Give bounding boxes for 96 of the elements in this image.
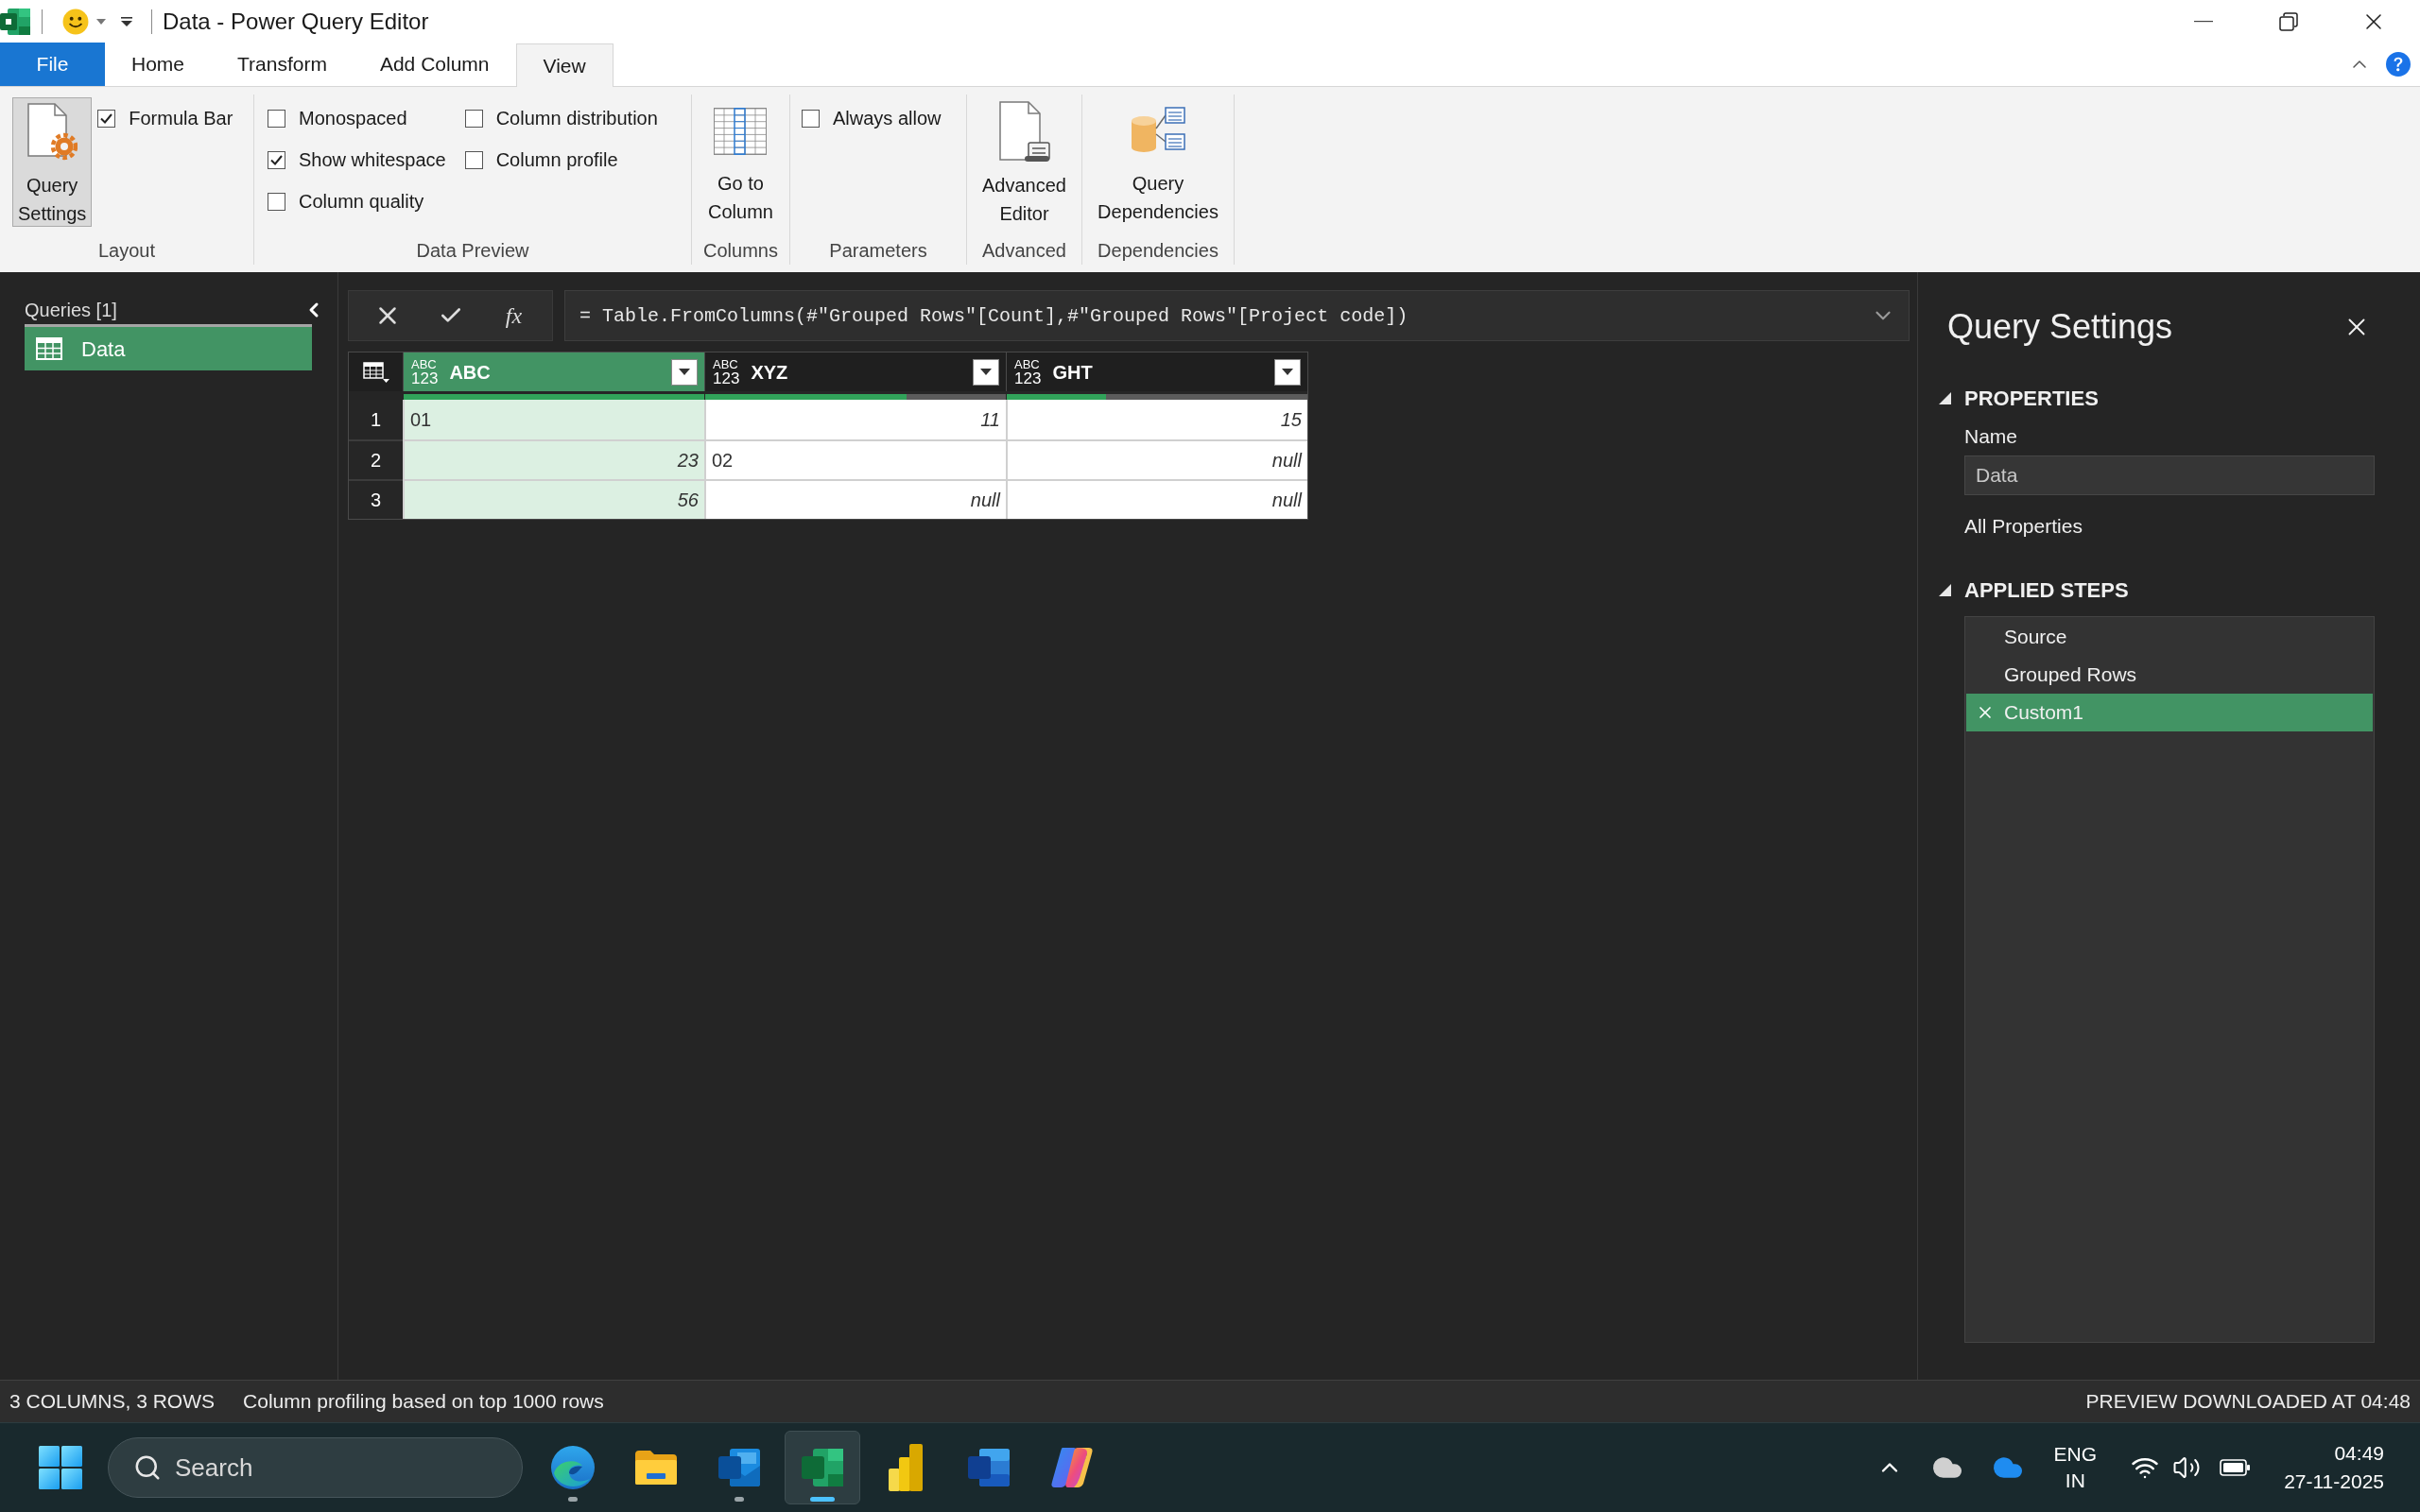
help-icon[interactable] xyxy=(2386,52,2411,77)
ribbon-tab[interactable]: View xyxy=(515,43,614,87)
checkbox[interactable] xyxy=(268,150,285,169)
column-name: GHT xyxy=(1052,360,1093,385)
document-gear-icon xyxy=(26,103,78,162)
step-item[interactable]: Source xyxy=(1966,618,2373,656)
battery-icon[interactable] xyxy=(2220,1459,2251,1476)
table-cell: null xyxy=(1006,439,1307,479)
windows-start-icon[interactable] xyxy=(39,1446,82,1489)
column-name: ABC xyxy=(449,360,491,385)
window-title: Data - Power Query Editor xyxy=(163,8,429,36)
checkbox-label[interactable]: Formula Bar xyxy=(129,104,233,132)
clock-time[interactable]: 04:49 xyxy=(2334,1439,2384,1468)
checkbox-label[interactable]: Column profile xyxy=(495,146,618,174)
table-menu-button[interactable] xyxy=(349,352,403,391)
caret-down-icon xyxy=(679,369,690,375)
gradient-stripes-icon xyxy=(1049,1446,1095,1489)
clock-date[interactable]: 27-11-2025 xyxy=(2284,1468,2384,1496)
taskbar-app-button[interactable] xyxy=(785,1431,860,1504)
status-text: PREVIEW DOWNLOADED AT 04:48 xyxy=(2085,1389,2411,1415)
status-text: 3 COLUMNS, 3 ROWS xyxy=(9,1389,216,1415)
search-icon xyxy=(133,1453,162,1482)
language-indicator[interactable]: ENG xyxy=(2053,1441,2098,1468)
table-cell: 15 xyxy=(1006,400,1307,439)
swirl-logo-icon xyxy=(550,1445,596,1490)
checkbox[interactable] xyxy=(464,109,483,128)
status-text: Column profiling based on top 1000 rows xyxy=(243,1389,604,1415)
table-cell: 11 xyxy=(704,400,1006,439)
type-label: ABC 123 xyxy=(713,357,740,387)
checkbox-label[interactable]: Column quality xyxy=(299,187,424,215)
group-label: Layout xyxy=(97,239,156,263)
checkbox[interactable] xyxy=(268,192,285,211)
spreadsheet-app-icon xyxy=(800,1447,845,1488)
queries-title: Queries [1] xyxy=(25,299,117,322)
smiley-icon[interactable] xyxy=(62,9,89,35)
ribbon-tab[interactable]: File xyxy=(0,43,105,86)
envelope-tile-icon xyxy=(717,1447,762,1488)
filter-button[interactable] xyxy=(1274,358,1301,386)
type-label: ABC 123 xyxy=(411,357,439,387)
formula-field[interactable]: = Table.FromColumns(#"Grouped Rows"[Count],#"Grouped Rows"[Project code]) xyxy=(564,290,1910,341)
checkbox-label[interactable]: Show whitespace xyxy=(299,146,446,174)
ribbon-button[interactable]: Go to Column xyxy=(702,97,779,227)
table-cell: null xyxy=(704,479,1006,519)
group-label: Dependencies xyxy=(1098,239,1219,263)
table-cell: null xyxy=(1006,479,1307,519)
group-label: Parameters xyxy=(829,239,927,263)
filter-button[interactable] xyxy=(671,358,698,386)
ribbon-tab[interactable]: Transform xyxy=(211,43,354,86)
folder-icon xyxy=(633,1449,679,1486)
stacked-tiles-icon xyxy=(966,1447,1011,1488)
column-name: XYZ xyxy=(751,360,788,385)
checkbox[interactable] xyxy=(802,109,820,128)
language-indicator[interactable]: IN xyxy=(2065,1468,2085,1494)
customize-caret-icon[interactable] xyxy=(121,17,132,26)
name-field[interactable]: Data xyxy=(1964,455,2375,495)
table-cell: 56 xyxy=(403,479,704,519)
group-label: Data Preview xyxy=(416,239,529,263)
bar-chart-app-icon xyxy=(889,1444,923,1491)
table-cell: 02 xyxy=(704,439,1006,479)
caret-down-icon xyxy=(1282,369,1293,375)
checkbox-label[interactable]: Always allow xyxy=(833,104,942,132)
expanded-triangle-icon[interactable] xyxy=(1939,583,1951,596)
filter-button[interactable] xyxy=(973,358,999,386)
section-heading: APPLIED STEPS xyxy=(1964,576,2129,604)
checkbox[interactable] xyxy=(97,109,116,128)
query-item[interactable]: Data xyxy=(25,327,312,370)
search-input[interactable]: Search xyxy=(175,1449,496,1486)
all-properties-link[interactable]: All Properties xyxy=(1964,513,2083,540)
search-field[interactable]: Search xyxy=(108,1437,523,1498)
group-label: Columns xyxy=(703,239,778,263)
ribbon-tab[interactable]: Add Column xyxy=(353,43,516,86)
pane-title: Query Settings xyxy=(1947,306,2173,348)
table-icon xyxy=(36,337,62,360)
restore-icon xyxy=(2279,12,2298,31)
checkbox[interactable] xyxy=(268,109,285,128)
checkbox-label[interactable]: Monospaced xyxy=(299,104,407,132)
group-label: Advanced xyxy=(982,239,1066,263)
table-cell: 23 xyxy=(403,439,704,479)
step-item[interactable]: Grouped Rows xyxy=(1966,656,2373,694)
table-cell: 01 xyxy=(403,400,704,439)
caret-down-icon[interactable] xyxy=(96,19,106,25)
caret-down-icon xyxy=(980,369,992,375)
ribbon-tab[interactable]: Home xyxy=(105,43,212,86)
checkbox-label[interactable]: Column distribution xyxy=(495,104,658,132)
section-heading: PROPERTIES xyxy=(1964,385,2099,412)
field-label: Name xyxy=(1964,424,2018,449)
type-label: ABC 123 xyxy=(1014,357,1042,387)
minimize-icon xyxy=(2194,21,2213,23)
formula-input[interactable]: = Table.FromColumns(#"Grouped Rows"[Count],#"Grouped Rows"[Project code]) xyxy=(579,299,1871,333)
ribbon-button[interactable]: Query Dependencies xyxy=(1092,97,1224,227)
table-menu-icon xyxy=(362,361,389,383)
expanded-triangle-icon[interactable] xyxy=(1939,391,1951,404)
checkbox[interactable] xyxy=(464,150,483,169)
ribbon-button[interactable]: Query Settings xyxy=(12,97,93,227)
ribbon-button[interactable]: Advanced Editor xyxy=(977,97,1072,227)
grid-icon xyxy=(714,108,768,155)
